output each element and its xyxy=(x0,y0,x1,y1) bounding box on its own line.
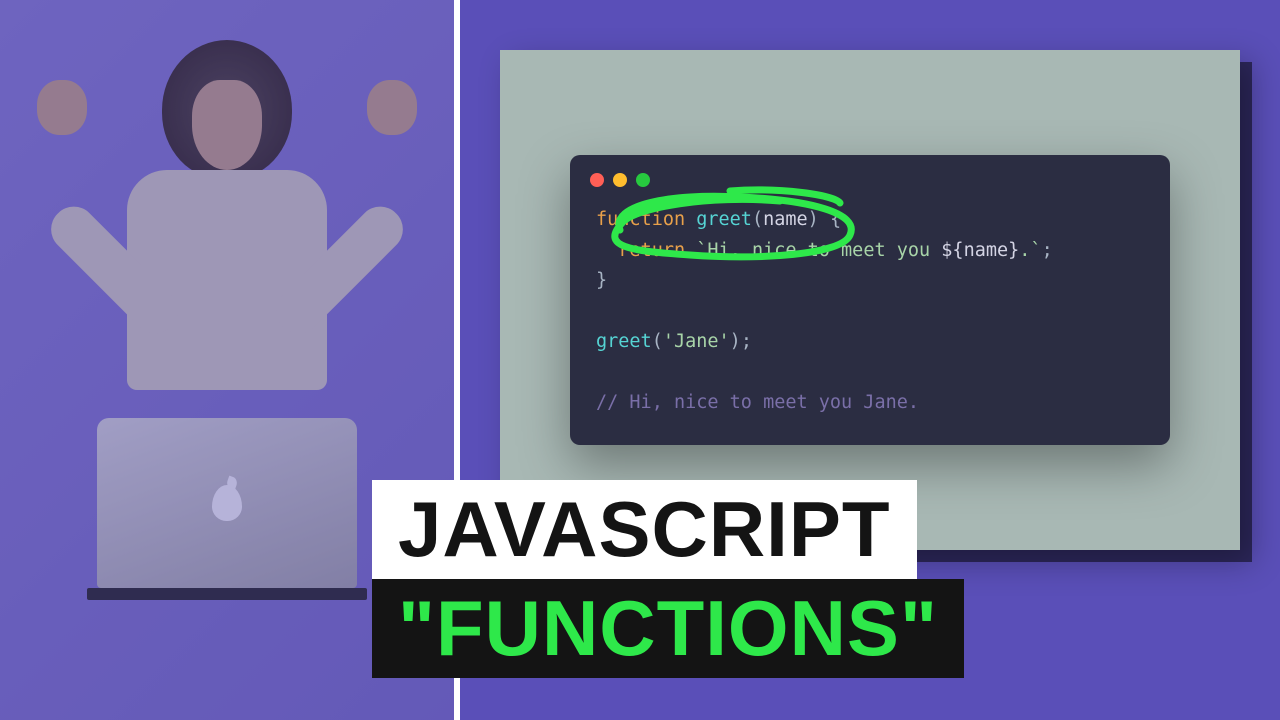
output-comment: // Hi, nice to meet you Jane. xyxy=(596,392,919,413)
call-arg: 'Jane' xyxy=(663,331,730,352)
paren-open: ( xyxy=(752,209,763,230)
presenter-torso xyxy=(127,170,327,390)
call-fn: greet xyxy=(596,331,652,352)
interp-close: } xyxy=(1008,240,1019,261)
presenter-hand-left xyxy=(37,80,87,135)
brace-close: } xyxy=(596,270,607,291)
presenter-arm-right xyxy=(267,198,412,343)
window-traffic-lights xyxy=(570,155,1170,197)
code-block: function greet(name) { return `Hi, nice … xyxy=(570,197,1170,419)
presenter-head xyxy=(162,40,292,180)
apple-logo-icon xyxy=(212,485,242,521)
param-name: name xyxy=(763,209,808,230)
laptop-stand xyxy=(87,588,367,600)
slide-card: function greet(name) { return `Hi, nice … xyxy=(500,50,1240,550)
string-part1: `Hi, nice to meet you xyxy=(696,240,941,261)
laptop xyxy=(97,418,357,588)
keyword-function: function xyxy=(596,209,685,230)
keyword-return: return xyxy=(618,240,685,261)
close-dot-icon xyxy=(590,173,604,187)
code-editor-window: function greet(name) { return `Hi, nice … xyxy=(570,155,1170,445)
function-name: greet xyxy=(696,209,752,230)
brace-open: { xyxy=(830,209,841,230)
interp-var: name xyxy=(964,240,1009,261)
semicolon2: ; xyxy=(741,331,752,352)
title-overlay: JAVASCRIPT "FUNCTIONS" xyxy=(372,480,964,678)
semicolon1: ; xyxy=(1042,240,1053,261)
title-line-2: "FUNCTIONS" xyxy=(372,579,964,678)
presenter-arm-left xyxy=(42,198,187,343)
title-line-1: JAVASCRIPT xyxy=(372,480,917,579)
call-paren-open: ( xyxy=(652,331,663,352)
string-part2: .` xyxy=(1019,240,1041,261)
presenter-hand-right xyxy=(367,80,417,135)
call-paren-close: ) xyxy=(730,331,741,352)
interp-open: ${ xyxy=(941,240,963,261)
zoom-dot-icon xyxy=(636,173,650,187)
presenter-face xyxy=(192,80,262,170)
paren-close: ) xyxy=(808,209,819,230)
minimize-dot-icon xyxy=(613,173,627,187)
